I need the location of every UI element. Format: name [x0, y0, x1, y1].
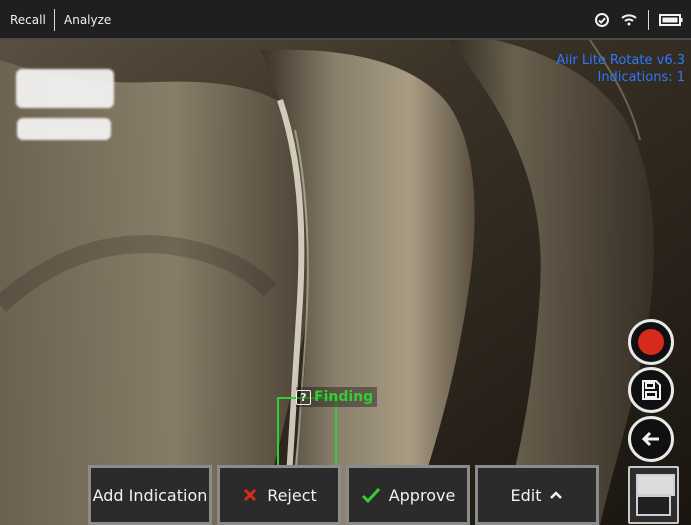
redacted-label-box — [16, 69, 114, 108]
battery-icon — [659, 14, 683, 26]
camera-view — [0, 40, 691, 525]
add-indication-button[interactable]: Add Indication — [88, 465, 212, 525]
reject-label: Reject — [267, 485, 317, 505]
recall-menu-item[interactable]: Recall — [10, 0, 46, 40]
save-icon — [642, 380, 661, 400]
reject-icon — [241, 486, 259, 504]
reject-button[interactable]: Reject — [217, 465, 341, 525]
finding-label[interactable]: ? Finding — [296, 387, 378, 407]
top-bar: Recall Analyze — [0, 0, 691, 40]
view-toggle-bottom-pane — [636, 495, 671, 516]
back-arrow-icon — [641, 431, 659, 447]
wifi-icon — [621, 14, 637, 26]
view-toggle-button[interactable] — [628, 466, 679, 524]
turbine-blade-image — [0, 40, 691, 525]
question-mark-icon: ? — [296, 389, 311, 405]
edit-label: Edit — [510, 485, 542, 505]
status-area — [594, 0, 683, 40]
status-divider — [648, 10, 649, 30]
record-icon — [638, 329, 664, 355]
approve-icon — [361, 486, 381, 504]
software-version-text: Aiir Lite Rotate v6.3 — [556, 53, 685, 68]
approve-label: Approve — [388, 485, 456, 505]
edit-button[interactable]: Edit — [475, 465, 599, 525]
add-indication-label: Add Indication — [92, 485, 208, 505]
view-toggle-top-pane — [636, 474, 675, 496]
chevron-up-icon — [549, 490, 563, 500]
menu-divider — [54, 9, 55, 31]
redacted-label-box — [17, 118, 111, 140]
record-button[interactable] — [628, 319, 674, 365]
finding-text: Finding — [314, 389, 374, 405]
finding-indication-box[interactable] — [277, 397, 337, 467]
sync-check-icon — [595, 13, 609, 27]
overlay-info: Aiir Lite Rotate v6.3 Indications: 1 — [556, 52, 685, 86]
back-button[interactable] — [628, 416, 674, 462]
indications-count-text: Indications: 1 — [597, 70, 685, 85]
approve-button[interactable]: Approve — [346, 465, 470, 525]
save-button[interactable] — [628, 367, 674, 413]
bottom-action-bar: Add Indication Reject Approve Edit — [88, 465, 599, 525]
inspection-screen: Recall Analyze Aiir Lite Rotate v6.3 Ind… — [0, 0, 691, 525]
analyze-menu-item[interactable]: Analyze — [64, 0, 111, 40]
